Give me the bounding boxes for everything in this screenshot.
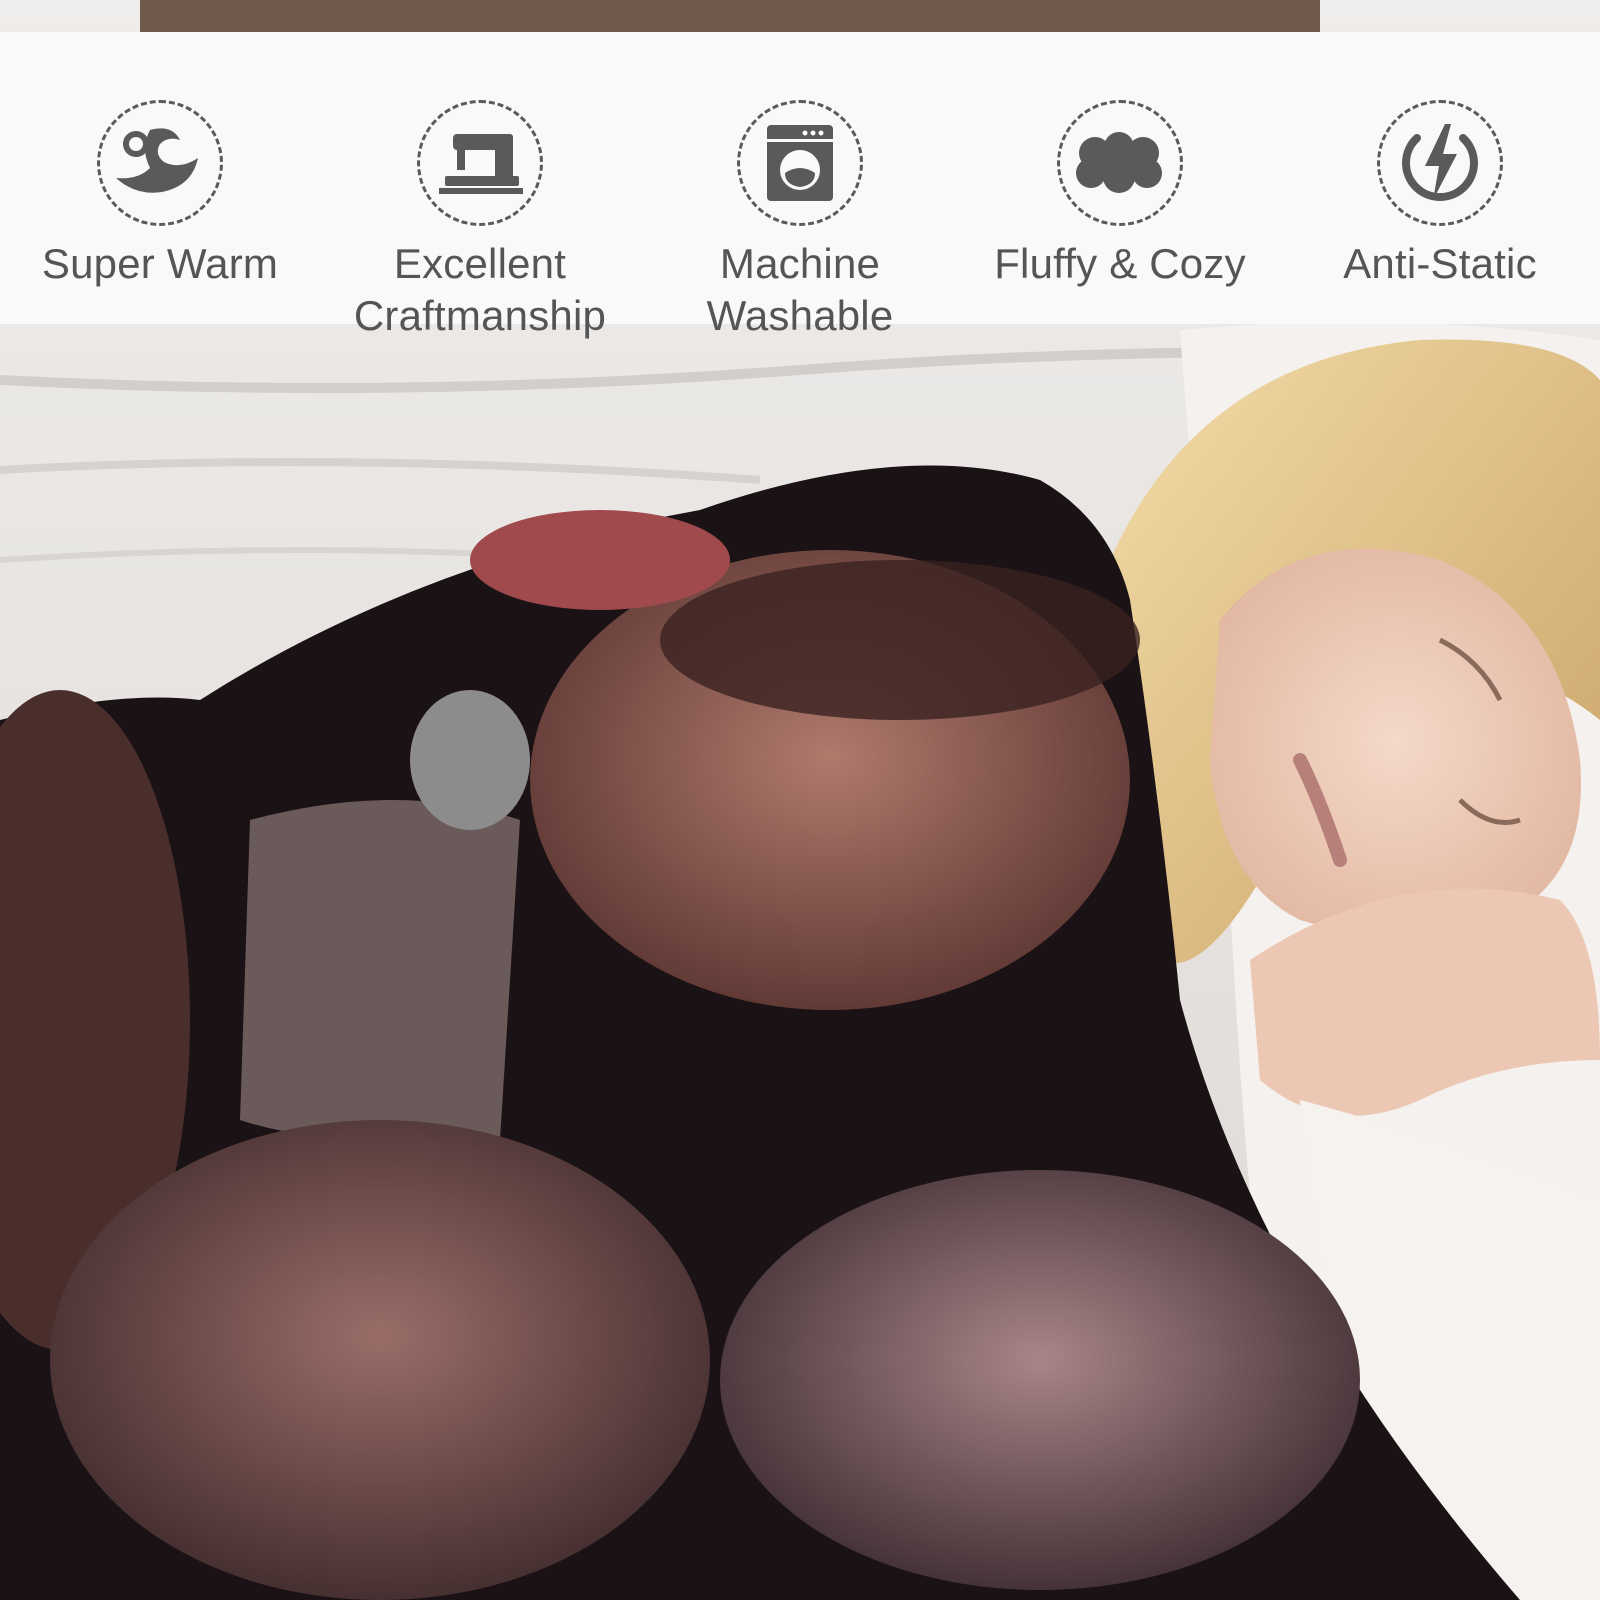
- feature-super-warm: Super Warm: [20, 68, 300, 290]
- washing-machine-icon: [737, 100, 863, 226]
- feature-craftmanship: Excellent Craftmanship: [340, 68, 620, 342]
- feature-label: Machine Washable: [706, 240, 894, 339]
- lightning-icon: [1377, 100, 1503, 226]
- cloud-icon: [1057, 100, 1183, 226]
- features-banner: Super Warm Excellent Craftmanship Machin…: [0, 32, 1600, 339]
- feature-label: Excellent Craftmanship: [353, 240, 607, 339]
- feature-anti-static: Anti-Static: [1300, 68, 1580, 290]
- feature-label: Fluffy & Cozy: [994, 240, 1246, 287]
- feature-label: Anti-Static: [1343, 240, 1537, 287]
- feature-fluffy-cozy: Fluffy & Cozy: [980, 68, 1260, 290]
- feature-machine-washable: Machine Washable: [660, 68, 940, 342]
- feature-label: Super Warm: [41, 240, 279, 287]
- wave-drop-icon: [97, 100, 223, 226]
- sewing-machine-icon: [417, 100, 543, 226]
